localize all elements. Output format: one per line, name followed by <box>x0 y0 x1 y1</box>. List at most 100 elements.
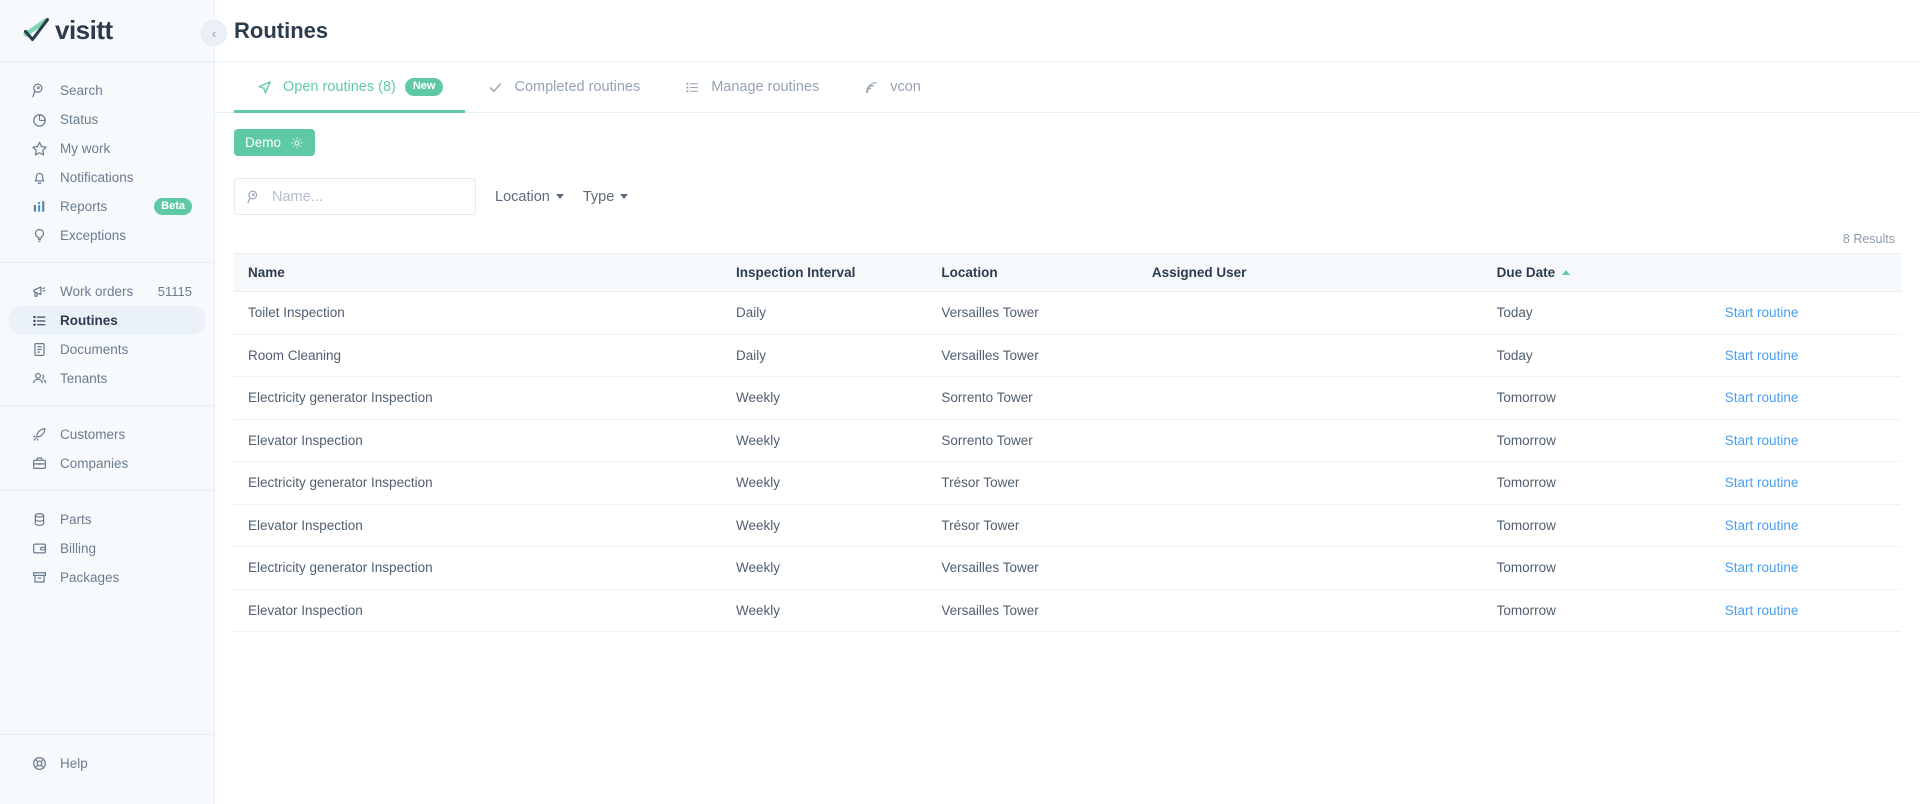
start-routine-link[interactable]: Start routine <box>1725 603 1799 618</box>
sidebar-item-search[interactable]: Search <box>8 76 206 105</box>
sidebar-collapse-button[interactable]: ‹ <box>201 20 227 46</box>
cell-location: Trésor Tower <box>927 504 1138 547</box>
tab-label: Completed routines <box>514 79 641 95</box>
start-routine-link[interactable]: Start routine <box>1725 348 1799 363</box>
cell-interval: Weekly <box>722 546 928 590</box>
sidebar-item-label: Exceptions <box>60 228 127 243</box>
sidebar-count-work-orders: 51115 <box>157 284 192 299</box>
cell-action: Start routine <box>1710 291 1901 335</box>
cell-assigned-user <box>1137 546 1483 590</box>
list-icon <box>684 79 700 95</box>
sidebar-item-packages[interactable]: Packages <box>8 563 206 592</box>
bar-chart-icon <box>30 198 48 216</box>
app-root: visitt ‹ Search Status My work Notificat… <box>0 0 1920 804</box>
users-icon <box>30 370 48 388</box>
sidebar-item-companies[interactable]: Companies <box>8 449 206 478</box>
tab-open-routines[interactable]: Open routines (8) New <box>234 62 466 113</box>
start-routine-link[interactable]: Start routine <box>1725 475 1799 490</box>
sidebar-item-label: Customers <box>60 427 126 442</box>
start-routine-link[interactable]: Start routine <box>1725 390 1799 405</box>
results-count: 8 Results <box>1842 232 1895 246</box>
sidebar-item-documents[interactable]: Documents <box>8 335 206 364</box>
cell-name: Electricity generator Inspection <box>234 546 723 590</box>
cell-location: Versailles Tower <box>927 589 1138 632</box>
sidebar-item-parts[interactable]: Parts <box>8 505 206 534</box>
type-filter-dropdown[interactable]: Type <box>583 189 629 205</box>
megaphone-icon <box>30 283 48 301</box>
table-row[interactable]: Elevator Inspection Weekly Sorrento Tower T… <box>234 419 1901 462</box>
search-icon <box>30 82 48 100</box>
demo-button-label: Demo <box>245 135 282 150</box>
table-row[interactable]: Toilet Inspection Daily Versailles Tower To… <box>234 291 1901 335</box>
table-row[interactable]: Elevator Inspection Weekly Versailles Towe… <box>234 589 1901 632</box>
brand-logo[interactable]: visitt <box>0 0 214 62</box>
page-title: Routines <box>234 17 329 43</box>
column-header-location[interactable]: Location <box>927 253 1138 292</box>
search-icon <box>245 188 262 205</box>
start-routine-link[interactable]: Start routine <box>1725 305 1799 320</box>
start-routine-link[interactable]: Start routine <box>1725 560 1799 575</box>
cell-location: Sorrento Tower <box>927 419 1138 462</box>
sidebar-item-billing[interactable]: Billing <box>8 534 206 563</box>
start-routine-link[interactable]: Start routine <box>1725 518 1799 533</box>
tab-vcon[interactable]: vcon <box>841 62 943 112</box>
cell-location: Versailles Tower <box>927 291 1138 335</box>
chevron-down-icon <box>620 194 629 199</box>
column-header-interval[interactable]: Inspection Interval <box>722 253 928 292</box>
document-icon <box>30 341 48 359</box>
search-input[interactable] <box>272 188 465 205</box>
sidebar: visitt ‹ Search Status My work Notificat… <box>0 0 227 804</box>
cell-due-date: Today <box>1482 291 1711 335</box>
tab-label: Manage routines <box>711 79 820 95</box>
cell-interval: Weekly <box>722 589 928 632</box>
cell-interval: Daily <box>722 291 928 335</box>
sidebar-item-status[interactable]: Status <box>8 105 206 134</box>
cell-due-date: Tomorrow <box>1482 546 1711 590</box>
table-row[interactable]: Elevator Inspection Weekly Trésor Tower Tom… <box>234 504 1901 547</box>
sidebar-item-customers[interactable]: Customers <box>8 420 206 449</box>
sidebar-item-work-orders[interactable]: Work orders 51115 <box>8 277 206 306</box>
tab-manage-routines[interactable]: Manage routines <box>662 62 841 112</box>
sidebar-item-tenants[interactable]: Tenants <box>8 364 206 393</box>
table-row[interactable]: Electricity generator Inspection Weekly Tr… <box>234 461 1901 505</box>
sidebar-item-label: Search <box>60 83 103 98</box>
cell-name: Toilet Inspection <box>234 291 723 335</box>
sidebar-item-label: Work orders <box>60 284 134 299</box>
list-icon <box>30 312 48 330</box>
sidebar-item-notifications[interactable]: Notifications <box>8 163 206 192</box>
sort-ascending-icon <box>1562 270 1571 275</box>
column-header-due-date[interactable]: Due Date <box>1482 253 1711 292</box>
rocket-icon <box>30 426 48 444</box>
page-header: Routines <box>215 0 1920 62</box>
sidebar-item-exceptions[interactable]: Exceptions <box>8 221 206 250</box>
search-input-wrapper[interactable] <box>234 178 476 215</box>
cell-name: Elevator Inspection <box>234 504 723 547</box>
cell-name: Room Cleaning <box>234 334 723 377</box>
table-row[interactable]: Electricity generator Inspection Weekly Ve… <box>234 546 1901 590</box>
sidebar-item-reports[interactable]: Reports Beta <box>8 192 206 221</box>
cell-action: Start routine <box>1710 546 1901 590</box>
sidebar-item-help[interactable]: Help <box>8 749 206 778</box>
location-filter-label: Location <box>495 188 550 205</box>
sidebar-group-1: Search Status My work Notifications Repo… <box>0 62 214 262</box>
column-header-name[interactable]: Name <box>234 253 723 292</box>
briefcase-icon <box>30 455 48 473</box>
sidebar-item-routines[interactable]: Routines <box>8 306 206 335</box>
cell-interval: Daily <box>722 334 928 377</box>
cell-due-date: Tomorrow <box>1482 461 1711 505</box>
column-header-assigned-user[interactable]: Assigned User <box>1137 253 1483 292</box>
cell-assigned-user <box>1137 334 1483 377</box>
sidebar-group-2: Work orders 51115 Routines Documents Ten… <box>0 262 214 405</box>
sidebar-item-my-work[interactable]: My work <box>8 134 206 163</box>
table-row[interactable]: Room Cleaning Daily Versailles Tower Today S… <box>234 334 1901 377</box>
location-filter-dropdown[interactable]: Location <box>495 189 564 205</box>
tab-badge-new: New <box>404 78 444 96</box>
cell-action: Start routine <box>1710 461 1901 505</box>
demo-button[interactable]: Demo <box>234 129 316 156</box>
table-row[interactable]: Electricity generator Inspection Weekly So… <box>234 376 1901 420</box>
cell-due-date: Tomorrow <box>1482 504 1711 547</box>
sidebar-item-label: Routines <box>60 313 118 328</box>
start-routine-link[interactable]: Start routine <box>1725 433 1799 448</box>
tab-completed-routines[interactable]: Completed routines <box>465 62 662 112</box>
